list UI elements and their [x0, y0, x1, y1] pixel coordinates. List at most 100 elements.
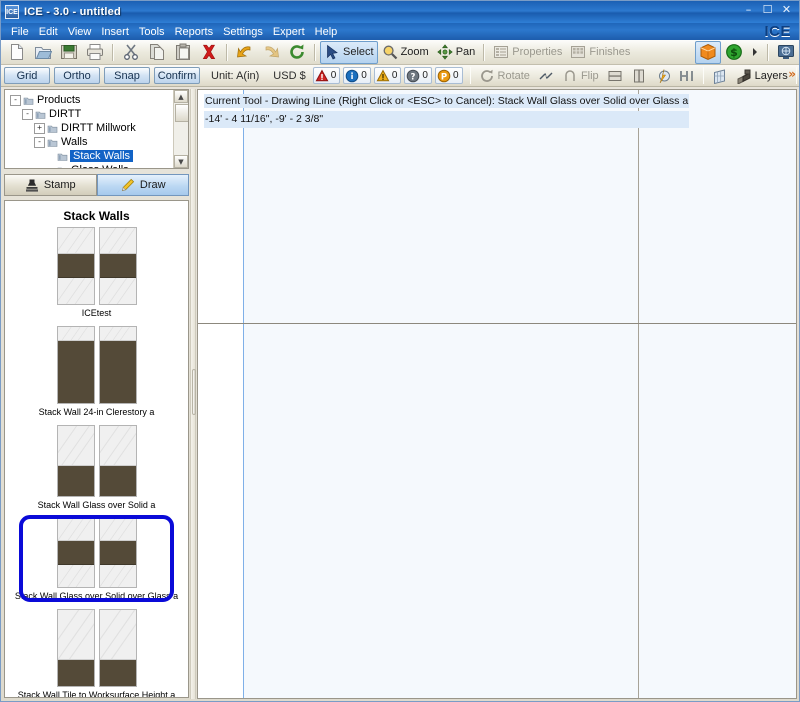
refresh-button[interactable]: [284, 41, 310, 64]
minimize-icon[interactable]: –: [740, 2, 757, 17]
menu-expert[interactable]: Expert: [268, 25, 310, 39]
undo-button[interactable]: [232, 41, 258, 64]
pricing-dropdown-arrow[interactable]: [747, 41, 763, 64]
network-button[interactable]: [773, 41, 799, 64]
mirror-button[interactable]: [534, 64, 558, 87]
align-vertical-icon: [631, 68, 647, 84]
toolbar-separator: [226, 43, 228, 61]
confirm-button[interactable]: Confirm: [154, 67, 200, 84]
measure-button[interactable]: [675, 64, 699, 87]
layers-button[interactable]: Layers: [732, 64, 792, 87]
menu-help[interactable]: Help: [310, 25, 343, 39]
delete-button[interactable]: [196, 41, 222, 64]
warning-badge[interactable]: 0: [373, 67, 402, 84]
wall-thumbnail: [56, 425, 137, 497]
pan-tool-button[interactable]: Pan: [433, 41, 480, 64]
refresh-icon: [288, 43, 306, 61]
new-file-button[interactable]: [4, 41, 30, 64]
properties-label: Properties: [512, 46, 563, 58]
catalog-item-clerestory[interactable]: Stack Wall 24-in Clerestory a: [6, 326, 187, 417]
tab-draw[interactable]: Draw: [96, 174, 189, 196]
catalog-item-label: Stack Wall Tile to Worksurface Height a: [17, 690, 176, 698]
drawing-canvas[interactable]: Current Tool - Drawing ILine (Right Clic…: [197, 89, 797, 699]
tree-node-stack-walls[interactable]: Stack Walls: [8, 149, 188, 163]
tree-label: DIRTT Millwork: [61, 122, 136, 134]
menu-file[interactable]: File: [6, 25, 34, 39]
network-monitor-icon: [777, 43, 795, 61]
scroll-up-icon[interactable]: ▲: [174, 90, 188, 103]
close-icon[interactable]: ✕: [778, 2, 795, 17]
flip-label: Flip: [580, 69, 599, 82]
rotate-label: Rotate: [497, 69, 530, 82]
menu-insert[interactable]: Insert: [96, 25, 134, 39]
wall-panel-left: [56, 227, 95, 305]
tree-scrollbar[interactable]: ▲ ▼: [173, 90, 188, 168]
tree-node-products[interactable]: - Products: [8, 93, 188, 107]
tree-node-dirtt-millwork[interactable]: + DIRTT Millwork: [8, 121, 188, 135]
print-icon: [86, 43, 104, 61]
scrollbar-thumb[interactable]: [175, 104, 188, 122]
pricing-button[interactable]: $: [721, 41, 747, 64]
copy-button[interactable]: [144, 41, 170, 64]
align-horizontal-button[interactable]: [603, 64, 627, 87]
zoom-tool-button[interactable]: Zoom: [378, 41, 433, 64]
save-button[interactable]: [56, 41, 82, 64]
toolbar-overflow-chevron[interactable]: »: [788, 67, 796, 81]
tab-stamp[interactable]: Stamp: [4, 174, 97, 196]
quick-action-button[interactable]: [651, 64, 675, 87]
menu-view[interactable]: View: [63, 25, 97, 39]
menu-reports[interactable]: Reports: [170, 25, 219, 39]
tree-node-dirtt[interactable]: - DIRTT: [8, 107, 188, 121]
paste-button[interactable]: [170, 41, 196, 64]
title-bar: ICE ICE - 3.0 - untitled – ☐ ✕: [1, 1, 799, 23]
error-badge[interactable]: 0: [312, 67, 341, 84]
window-title: ICE - 3.0 - untitled: [24, 6, 121, 18]
catalog-item-tile-to-worksurface[interactable]: Stack Wall Tile to Worksurface Height a: [6, 609, 187, 698]
flip-arc-icon: [562, 68, 578, 84]
catalog-item-icetest[interactable]: ICEtest: [6, 227, 187, 318]
panel-splitter[interactable]: [190, 89, 196, 699]
print-button[interactable]: [82, 41, 108, 64]
snap-toggle-button[interactable]: Snap: [104, 67, 150, 84]
pending-badge[interactable]: P 0: [434, 67, 463, 84]
window-controls: – ☐ ✕: [740, 2, 795, 17]
tree-node-walls[interactable]: - Walls: [8, 135, 188, 149]
solid-segment: [57, 341, 94, 403]
help-count: 0: [422, 70, 428, 81]
lightning-circle-icon: [655, 68, 671, 84]
align-vertical-button[interactable]: [627, 64, 651, 87]
properties-button[interactable]: Properties: [489, 41, 566, 64]
finishes-button[interactable]: Finishes: [566, 41, 634, 64]
flip-button[interactable]: Flip: [558, 64, 603, 87]
expander-icon[interactable]: +: [34, 122, 45, 134]
rotate-button[interactable]: Rotate: [475, 64, 534, 87]
product-catalog[interactable]: Stack Walls ICEtest Stack Wall 24-in Cle…: [4, 200, 189, 698]
redo-button[interactable]: [258, 41, 284, 64]
cursor-arrow-icon: [324, 44, 340, 60]
catalog-item-glass-over-solid-over-glass[interactable]: Stack Wall Glass over Solid over Glass a: [6, 515, 187, 602]
render-3d-button[interactable]: [695, 40, 721, 64]
expander-icon[interactable]: -: [34, 136, 45, 148]
grid-toggle-button[interactable]: Grid: [4, 67, 50, 84]
open-file-button[interactable]: [30, 41, 56, 64]
cut-button[interactable]: [118, 41, 144, 64]
menu-settings[interactable]: Settings: [218, 25, 268, 39]
expander-icon[interactable]: -: [22, 108, 33, 120]
select-tool-button[interactable]: Select: [320, 40, 378, 64]
solid-segment: [99, 466, 136, 496]
splitter-grip[interactable]: [192, 369, 196, 415]
tree-node-glass-walls[interactable]: Glass Walls: [8, 163, 188, 168]
wall-grid-button[interactable]: [708, 64, 732, 87]
catalog-item-glass-over-solid[interactable]: Stack Wall Glass over Solid a: [6, 425, 187, 510]
menu-edit[interactable]: Edit: [34, 25, 63, 39]
ortho-toggle-button[interactable]: Ortho: [54, 67, 100, 84]
question-circle-icon: ?: [406, 69, 420, 83]
maximize-icon[interactable]: ☐: [759, 2, 776, 17]
expander-icon[interactable]: -: [10, 94, 21, 106]
menu-tools[interactable]: Tools: [134, 25, 170, 39]
scroll-down-icon[interactable]: ▼: [174, 155, 188, 168]
info-badge[interactable]: 0: [343, 67, 371, 84]
wall-thumbnail: [56, 326, 137, 404]
help-badge[interactable]: ? 0: [404, 67, 432, 84]
wall-panel-left: [56, 518, 95, 588]
